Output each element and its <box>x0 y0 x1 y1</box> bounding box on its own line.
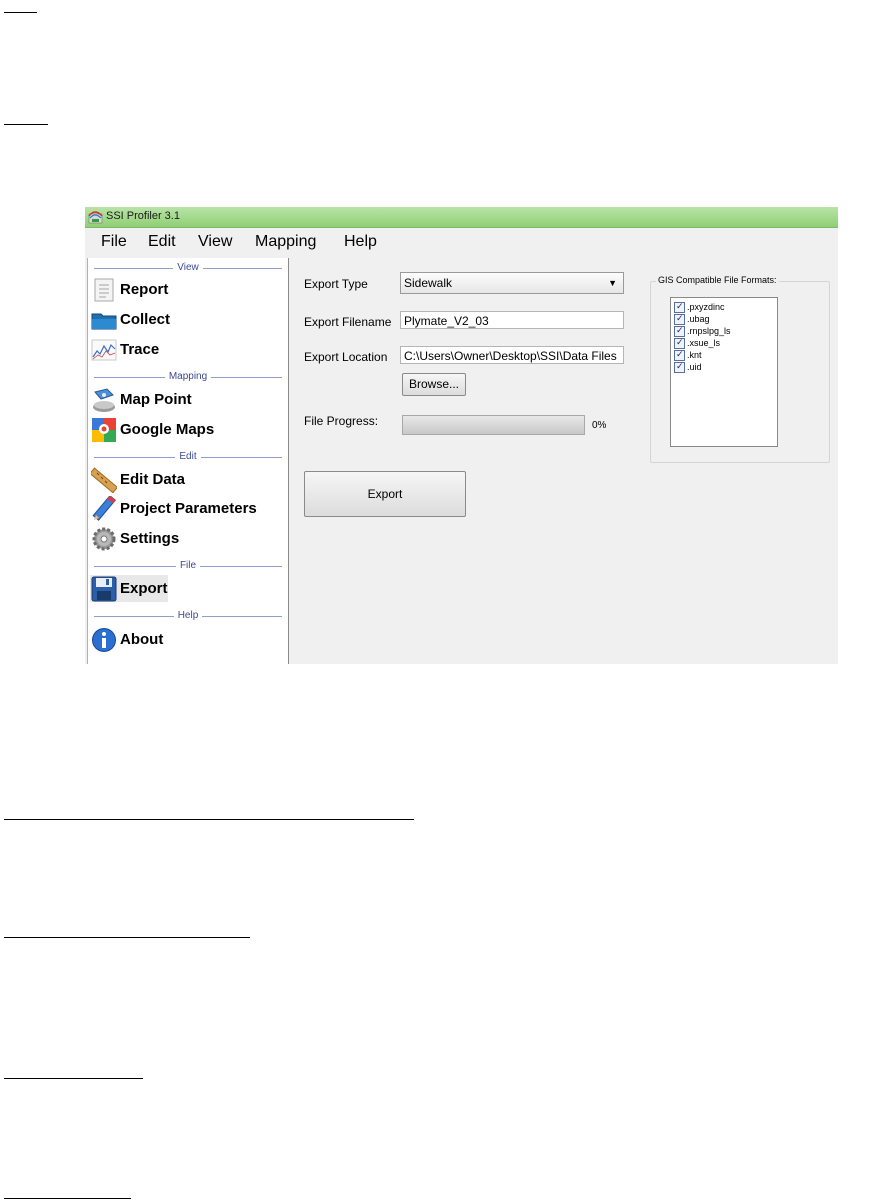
section-header-edit: Edit <box>94 451 282 463</box>
menu-help[interactable]: Help <box>344 233 377 251</box>
settings-icon <box>92 527 116 551</box>
format-label: .uid <box>687 362 702 372</box>
section-label: View <box>173 262 203 273</box>
info-icon <box>92 628 116 652</box>
sidebar-item-about[interactable]: About <box>90 626 286 653</box>
sidebar-item-label: Map Point <box>120 391 192 408</box>
sidebar-item-collect[interactable]: Collect <box>90 306 286 333</box>
gis-formats-group: GIS Compatible File Formats: ✓ .pxyzdinc… <box>650 275 830 463</box>
sidebar-item-label: Report <box>120 281 169 298</box>
app-window: SSI Profiler 3.1 File Edit View Mapping … <box>85 207 838 664</box>
document-underline <box>4 12 37 13</box>
sidebar-item-edit-data[interactable]: Edit Data <box>90 466 286 493</box>
section-header-view: View <box>94 262 282 274</box>
browse-button[interactable]: Browse... <box>402 373 466 396</box>
sidebar-item-report[interactable]: Report <box>90 276 286 303</box>
chevron-down-icon: ▼ <box>608 278 617 288</box>
check-icon: ✓ <box>676 325 684 335</box>
export-filename-label: Export Filename <box>304 315 392 329</box>
export-icon <box>91 576 117 602</box>
sidebar-item-google-maps[interactable]: Google Maps <box>90 416 286 443</box>
app-logo-icon <box>88 211 103 224</box>
sidebar: View Report Collect Trace Mapping Map Po… <box>87 258 289 664</box>
document-underline <box>4 937 250 938</box>
edit-data-icon <box>91 467 117 493</box>
export-location-label: Export Location <box>304 350 388 364</box>
format-label: .ubag <box>687 314 710 324</box>
google-maps-icon <box>92 418 116 442</box>
export-type-value: Sidewalk <box>404 276 453 290</box>
checkbox[interactable]: ✓ <box>674 349 685 361</box>
format-label: .rnpslpg_ls <box>687 326 731 336</box>
check-icon: ✓ <box>676 313 684 323</box>
sidebar-item-label: About <box>120 631 164 648</box>
menu-edit[interactable]: Edit <box>148 233 176 251</box>
export-panel: Export Type Sidewalk ▼ Export Filename P… <box>290 258 838 664</box>
export-location-field[interactable]: C:\Users\Owner\Desktop\SSI\Data Files <box>400 346 624 364</box>
file-progress-bar <box>402 415 585 435</box>
format-label: .knt <box>687 350 702 360</box>
menu-file[interactable]: File <box>101 233 127 251</box>
report-icon <box>94 278 114 302</box>
window-title: SSI Profiler 3.1 <box>106 210 180 222</box>
checkbox[interactable]: ✓ <box>674 325 685 337</box>
file-progress-label: File Progress: <box>304 414 379 428</box>
check-icon: ✓ <box>676 361 684 371</box>
section-header-mapping: Mapping <box>94 371 282 383</box>
project-parameters-icon <box>92 496 117 521</box>
menu-bar: File Edit View Mapping Help <box>85 228 838 258</box>
sidebar-item-settings[interactable]: Settings <box>90 525 286 552</box>
map-point-icon <box>93 388 115 412</box>
sidebar-item-map-point[interactable]: Map Point <box>90 386 286 413</box>
section-label: File <box>175 560 201 571</box>
export-type-select[interactable]: Sidewalk ▼ <box>400 272 624 294</box>
sidebar-item-label: Export <box>120 580 168 597</box>
document-underline <box>4 1078 143 1079</box>
gis-formats-title: GIS Compatible File Formats: <box>656 275 779 285</box>
checkbox[interactable]: ✓ <box>674 301 685 313</box>
progress-percent: 0% <box>592 420 607 431</box>
check-icon: ✓ <box>676 349 684 359</box>
check-icon: ✓ <box>676 301 684 311</box>
export-filename-field[interactable]: Plymate_V2_03 <box>400 311 624 329</box>
checkbox[interactable]: ✓ <box>674 361 685 373</box>
sidebar-item-label: Edit Data <box>120 471 186 488</box>
export-button[interactable]: Export <box>304 471 466 517</box>
menu-view[interactable]: View <box>198 233 232 251</box>
section-header-file: File <box>94 560 282 572</box>
format-label: .xsue_ls <box>687 338 721 348</box>
document-underline <box>4 1198 131 1199</box>
document-underline <box>4 124 48 125</box>
sidebar-item-label: Collect <box>120 311 171 328</box>
sidebar-item-export[interactable]: Export <box>90 575 168 602</box>
sidebar-item-project-parameters[interactable]: Project Parameters <box>90 495 286 522</box>
checkbox[interactable]: ✓ <box>674 313 685 325</box>
section-label: Help <box>173 610 203 621</box>
section-header-help: Help <box>94 610 282 622</box>
menu-mapping[interactable]: Mapping <box>255 233 316 251</box>
check-icon: ✓ <box>676 337 684 347</box>
document-underline <box>4 819 414 820</box>
sidebar-item-label: Settings <box>120 530 180 547</box>
format-label: .pxyzdinc <box>687 302 725 312</box>
gis-formats-list: ✓ .pxyzdinc ✓ .ubag ✓ .rnpslpg_ls ✓ .xsu… <box>670 297 778 447</box>
export-type-label: Export Type <box>304 277 368 291</box>
title-bar[interactable]: SSI Profiler 3.1 <box>85 207 838 228</box>
checkbox[interactable]: ✓ <box>674 337 685 349</box>
section-label: Mapping <box>164 371 212 382</box>
sidebar-item-label: Trace <box>120 341 160 358</box>
sidebar-item-trace[interactable]: Trace <box>90 336 286 363</box>
section-label: Edit <box>175 451 201 462</box>
sidebar-item-label: Project Parameters <box>120 500 257 517</box>
collect-icon <box>91 313 117 330</box>
sidebar-item-label: Google Maps <box>120 421 215 438</box>
trace-icon <box>91 339 117 361</box>
